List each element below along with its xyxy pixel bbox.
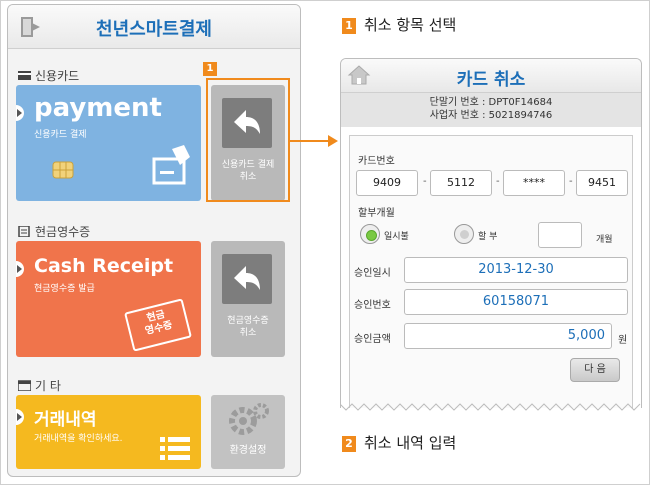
payment-tile-subtitle: 신용카드 결제 [34,130,87,140]
section-cash-receipt: 현금영수증 [18,223,90,240]
cash-tile-title: Cash Receipt [34,255,174,277]
terminal-number: 단말기 번호 : DPT0F14684 [429,97,553,108]
approval-number-label: 승인번호 [354,300,391,311]
card-number-field-1[interactable]: 9409 [356,170,418,196]
card-number-dash: - [423,176,427,187]
currency-unit: 원 [618,335,628,346]
card-number-dash: - [496,176,500,187]
callout-badge: 1 [203,62,217,76]
step2-number: 2 [342,436,356,452]
highlight-box [206,78,290,202]
torn-edge [340,403,641,411]
card-swipe-icon [152,145,190,185]
card-number-dash: - [569,176,573,187]
history-tile[interactable]: 거래내역 거래내역을 확인하세요. [16,395,201,469]
card-number-field-3[interactable]: **** [503,170,565,196]
card-cancel-screen: 카드 취소 단말기 번호 : DPT0F14684 사업자 번호 : 50218… [340,58,642,408]
step1-label: 취소 항목 선택 [364,16,457,34]
callout-arrow-head-icon [328,135,338,147]
callout-arrow-line [290,140,330,142]
section-etc-label: 기 타 [35,379,61,393]
terminal-info: 단말기 번호 : DPT0F14684 사업자 번호 : 5021894746 [341,93,641,127]
card-number-label: 카드번호 [358,156,395,167]
cancel-title: 카드 취소 [456,70,526,90]
approval-date-label: 승인일시 [354,268,391,279]
tab-notch-icon [16,409,24,425]
settings-tile[interactable]: 환경설정 [211,395,285,469]
cash-cancel-label-1: 현금영수증 [227,316,269,326]
next-button[interactable]: 다 음 [570,358,620,382]
receipt-card-icon: 현금 영수증 [124,298,192,352]
business-number: 사업자 번호 : 5021894746 [429,110,553,121]
step2-title: 2 취소 내역 입력 [342,432,456,453]
cancel-header: 카드 취소 [341,59,641,93]
section-credit-card: 신용카드 [18,67,79,84]
approval-number-field[interactable]: 60158071 [404,289,628,315]
gear-icon [229,403,269,435]
months-input[interactable] [538,222,582,248]
radio-installment-label: 할 부 [478,232,498,242]
cash-cancel-label-2: 취소 [239,328,257,338]
card-number-field-2[interactable]: 5112 [430,170,492,196]
calendar-section-icon [18,380,31,391]
list-icon [160,437,190,460]
receipt-section-icon [18,226,30,237]
history-tile-title: 거래내역 [34,410,97,430]
chip-icon [52,161,74,179]
amount-label: 승인금액 [354,334,391,345]
amount-field[interactable]: 5,000 [404,323,612,349]
step1-title: 1 취소 항목 선택 [342,14,456,35]
step1-number: 1 [342,18,356,34]
installment-label: 할부개월 [358,208,395,219]
cash-tile-subtitle: 현금영수증 발급 [34,284,95,294]
step2-label: 취소 내역 입력 [364,434,457,452]
radio-lump-sum-label: 일시불 [384,232,409,242]
payment-tile[interactable]: payment 신용카드 결제 [16,85,201,201]
radio-installment[interactable] [454,224,474,244]
settings-label: 환경설정 [229,445,267,456]
payment-tile-title: payment [34,93,162,123]
history-tile-subtitle: 거래내역을 확인하세요. [34,434,123,444]
section-etc: 기 타 [18,377,61,394]
radio-lump-sum[interactable] [360,224,380,244]
card-section-icon [18,71,31,80]
months-unit: 개월 [596,235,613,245]
app-title: 천년스마트결제 [96,19,212,40]
section-cash-receipt-label: 현금영수증 [35,225,91,239]
main-menu-screen: 천년스마트결제 신용카드 payment 신용카드 결제 신용카드 결제 취소 … [7,4,301,477]
section-credit-card-label: 신용카드 [35,69,80,83]
cash-receipt-tile[interactable]: Cash Receipt 현금영수증 발급 현금 영수증 [16,241,201,357]
approval-date-field[interactable]: 2013-12-30 [404,257,628,283]
tab-notch-icon [16,261,24,277]
app-header: 천년스마트결제 [8,5,300,49]
card-number-field-4[interactable]: 9451 [576,170,628,196]
cash-cancel-tile[interactable]: 현금영수증 취소 [211,241,285,357]
cash-cancel-icon-box [222,254,272,304]
back-arrow-icon [234,266,260,290]
tab-notch-icon [16,105,24,121]
